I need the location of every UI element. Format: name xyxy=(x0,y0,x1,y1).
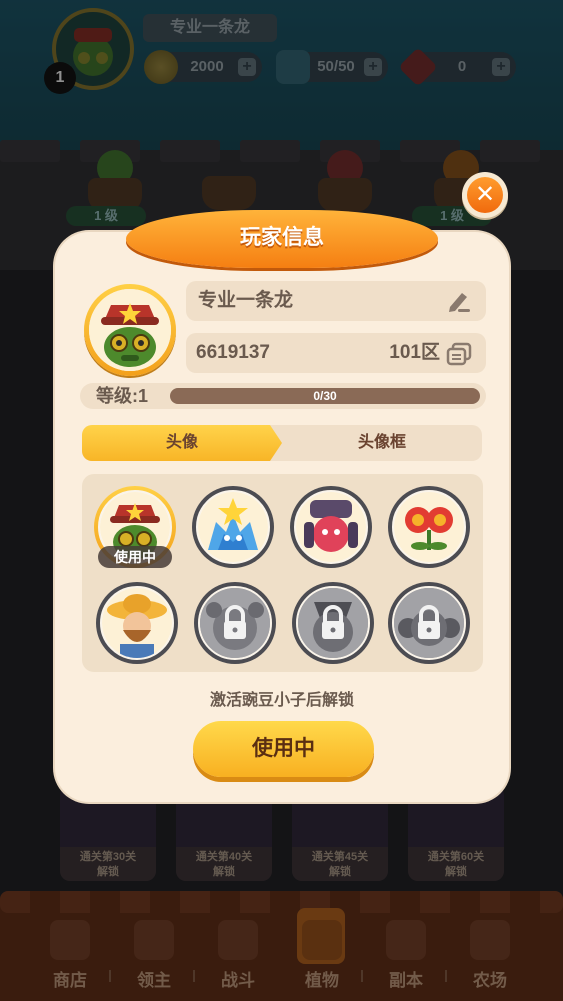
use-avatar-button[interactable]: 使用中 xyxy=(193,721,374,777)
edit-icon[interactable] xyxy=(446,289,472,313)
unlock-hint: 激活豌豆小子后解锁 xyxy=(209,692,354,709)
player-id-field: 6619137 101区 xyxy=(186,333,486,373)
close-button[interactable]: ✕ xyxy=(462,172,508,218)
avatar-option-locked-3[interactable] xyxy=(388,582,470,664)
avatar-option-ice-crystal[interactable] xyxy=(192,486,274,568)
avatar-option-farmer[interactable] xyxy=(96,582,178,664)
close-icon: ✕ xyxy=(467,177,503,213)
modal-title-ribbon: 玩家信息 xyxy=(126,210,438,268)
avatar-tabs: 头像 头像框 xyxy=(82,425,482,461)
avatar-option-red-robot[interactable] xyxy=(290,486,372,568)
tab-avatar-frame[interactable]: 头像框 xyxy=(282,425,482,461)
avatar-option-locked-2[interactable] xyxy=(292,582,374,664)
avatar-option-locked-1[interactable] xyxy=(194,582,276,664)
tab-avatar[interactable]: 头像 xyxy=(82,425,282,461)
server-label: 101区 xyxy=(389,342,440,363)
player-id: 6619137 xyxy=(196,342,270,363)
exp-text: 0/30 xyxy=(313,389,337,403)
level-label: 等级:1 xyxy=(96,386,149,406)
exp-progress-bar: 0/30 xyxy=(170,388,480,404)
player-name: 专业一条龙 xyxy=(198,290,294,311)
player-name-field[interactable]: 专业一条龙 xyxy=(186,281,486,321)
copy-icon[interactable] xyxy=(446,342,472,366)
in-use-badge: 使用中 xyxy=(98,546,172,568)
modal-title: 玩家信息 xyxy=(240,226,324,249)
level-row: 等级:1 0/30 xyxy=(80,383,486,409)
avatar-option-red-flower[interactable] xyxy=(388,486,470,568)
current-avatar xyxy=(84,284,176,376)
